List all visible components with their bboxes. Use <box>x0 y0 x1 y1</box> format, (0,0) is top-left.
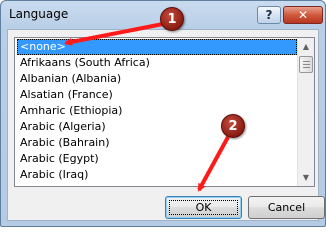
close-button[interactable]: ✕ <box>283 6 323 24</box>
scrollbar-thumb[interactable] <box>299 56 313 73</box>
scroll-down-arrow-icon[interactable]: ▼ <box>298 169 314 186</box>
thumb-grip <box>303 64 310 65</box>
thumb-grip <box>303 67 310 68</box>
language-listbox[interactable]: <none> Afrikaans (South Africa) Albanian… <box>14 37 315 187</box>
cancel-button-label: Cancel <box>267 201 306 214</box>
list-item[interactable]: Albanian (Albania) <box>17 71 297 87</box>
cancel-button[interactable]: Cancel <box>248 196 325 219</box>
list-item[interactable]: <none> <box>17 39 297 55</box>
list-item[interactable]: Arabic (Algeria) <box>17 119 297 135</box>
help-button[interactable]: ? <box>257 6 281 24</box>
list-item[interactable]: Arabic (Bahrain) <box>17 135 297 151</box>
list-item[interactable]: Afrikaans (South Africa) <box>17 55 297 71</box>
window-title: Language <box>9 7 69 21</box>
thumb-grip <box>303 61 310 62</box>
help-icon: ? <box>265 8 273 22</box>
close-icon: ✕ <box>297 8 309 22</box>
step-marker-1: 1 <box>160 7 184 31</box>
ok-button[interactable]: OK <box>165 196 242 219</box>
focus-rectangle <box>169 200 238 215</box>
list-item[interactable]: Arabic (Egypt) <box>17 151 297 167</box>
language-dialog: Language ? ✕ <none> Afrikaans (South Afr… <box>0 0 326 227</box>
step-marker-2: 2 <box>221 114 245 138</box>
vertical-scrollbar[interactable]: ▲ ▼ <box>297 38 314 186</box>
list-item[interactable]: Arabic (Iraq) <box>17 167 297 183</box>
list-item[interactable]: Alsatian (France) <box>17 87 297 103</box>
dialog-body: <none> Afrikaans (South Africa) Albanian… <box>7 29 325 221</box>
scroll-up-arrow-icon[interactable]: ▲ <box>298 38 314 55</box>
list-item[interactable]: Amharic (Ethiopia) <box>17 103 297 119</box>
language-list: <none> Afrikaans (South Africa) Albanian… <box>17 39 297 183</box>
